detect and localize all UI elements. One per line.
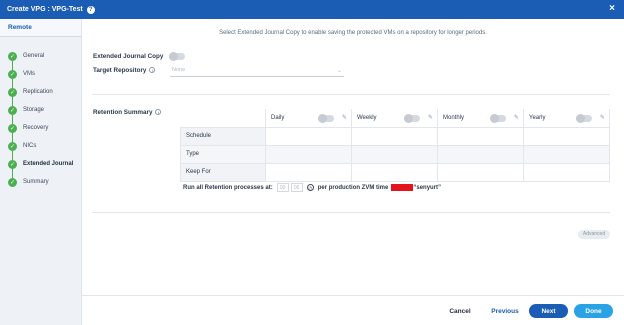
column-label: Daily	[271, 114, 285, 121]
run-label: Run all Retention processes at:	[183, 184, 273, 191]
wizard-sidebar: Remote ✓ General ✓ VMs ✓ Replication ✓ S…	[0, 19, 82, 325]
table-cell	[265, 126, 352, 146]
retention-summary-table: Daily ✎ Weekly ✎ Monthly ✎ Yearly ✎ Sche…	[180, 109, 610, 182]
column-label: Monthly	[443, 114, 465, 121]
step-general[interactable]: ✓ General	[0, 47, 81, 65]
done-button[interactable]: Done	[574, 304, 613, 318]
step-extended-journal[interactable]: ✓ Extended Journal	[0, 155, 81, 173]
column-label: Weekly	[357, 114, 377, 121]
pencil-icon[interactable]: ✎	[514, 114, 519, 121]
step-storage[interactable]: ✓ Storage	[0, 101, 81, 119]
step-nics[interactable]: ✓ NICs	[0, 137, 81, 155]
chevron-down-icon: ⌄	[336, 68, 342, 74]
retention-summary-label: Retention Summary	[93, 109, 153, 116]
cancel-button[interactable]: Cancel	[445, 304, 475, 318]
step-label: General	[23, 53, 45, 59]
advanced-button[interactable]: Advanced	[578, 230, 610, 239]
table-cell	[351, 126, 438, 146]
weekly-toggle[interactable]	[404, 114, 420, 123]
run-hour-input[interactable]: 00	[276, 183, 289, 192]
target-repository-label: Target Repository	[93, 67, 147, 74]
help-icon[interactable]: ?	[86, 5, 95, 14]
run-suffix-end: “senyurt”	[413, 184, 442, 191]
row-keep-for-label: Keep For	[180, 162, 266, 182]
table-row: Schedule	[180, 126, 610, 146]
pencil-icon[interactable]: ✎	[600, 114, 605, 121]
table-cell	[523, 162, 610, 182]
step-label: NICs	[23, 143, 37, 149]
wizard-footer: Cancel Previous Next Done	[82, 295, 624, 325]
step-label: VMs	[23, 71, 35, 77]
check-icon: ✓	[8, 51, 17, 61]
step-recovery[interactable]: ✓ Recovery	[0, 119, 81, 137]
table-corner	[180, 109, 266, 127]
column-daily: Daily ✎	[265, 109, 352, 128]
table-cell	[523, 126, 610, 146]
table-cell	[437, 162, 524, 182]
check-icon: ✓	[8, 123, 17, 133]
retention-run-time: Run all Retention processes at: 00 00 ◷ …	[183, 183, 441, 192]
pencil-icon[interactable]: ✎	[342, 114, 347, 121]
monthly-toggle[interactable]	[490, 114, 506, 123]
table-cell	[265, 162, 352, 182]
check-icon: ✓	[8, 105, 17, 115]
retention-summary-label-wrap: Retention Summary i	[93, 109, 162, 116]
target-repository-value: None	[172, 67, 186, 73]
yearly-toggle[interactable]	[576, 114, 592, 123]
title-bar: Create VPG : VPG-Test ? ×	[0, 0, 624, 19]
info-icon: i	[155, 109, 162, 116]
step-replication[interactable]: ✓ Replication	[0, 83, 81, 101]
wizard-steps: ✓ General ✓ VMs ✓ Replication ✓ Storage …	[0, 37, 81, 191]
step-summary[interactable]: ✓ Summary	[0, 173, 81, 191]
table-cell	[523, 144, 610, 164]
clock-icon[interactable]: ◷	[306, 184, 314, 191]
close-icon[interactable]: ×	[609, 3, 615, 14]
row-schedule-label: Schedule	[180, 126, 266, 146]
table-row: Type	[180, 144, 610, 164]
extended-journal-hint: Select Extended Journal Copy to enable s…	[219, 30, 487, 36]
pencil-icon[interactable]: ✎	[428, 114, 433, 121]
section-divider	[92, 212, 610, 213]
previous-button[interactable]: Previous	[487, 304, 523, 318]
daily-toggle[interactable]	[318, 114, 334, 123]
run-suffix: per production ZVM time	[317, 184, 389, 191]
check-icon: ✓	[8, 141, 17, 151]
check-icon: ✓	[8, 159, 17, 169]
table-row: Keep For	[180, 162, 610, 182]
step-label: Replication	[23, 89, 53, 95]
check-icon: ✓	[8, 177, 17, 187]
table-cell	[437, 144, 524, 164]
next-button[interactable]: Next	[529, 304, 568, 318]
redacted-block	[391, 184, 414, 191]
sidebar-section-remote: Remote	[0, 19, 81, 37]
window-title: Create VPG : VPG-Test	[7, 6, 83, 13]
extended-journal-copy-toggle[interactable]	[169, 52, 185, 61]
step-label: Storage	[23, 107, 45, 113]
main-content: Select Extended Journal Copy to enable s…	[82, 19, 624, 325]
step-vms[interactable]: ✓ VMs	[0, 65, 81, 83]
info-icon: i	[149, 67, 156, 74]
table-cell	[351, 144, 438, 164]
step-label: Summary	[23, 179, 49, 185]
check-icon: ✓	[8, 87, 17, 97]
run-minute-input[interactable]: 00	[290, 183, 303, 192]
target-repository-label-wrap: Target Repository i	[93, 67, 156, 74]
step-label: Extended Journal	[23, 161, 74, 167]
column-yearly: Yearly ✎	[523, 109, 610, 128]
column-weekly: Weekly ✎	[351, 109, 438, 128]
table-cell	[351, 162, 438, 182]
column-monthly: Monthly ✎	[437, 109, 524, 128]
table-cell	[437, 126, 524, 146]
section-divider	[92, 94, 610, 95]
column-label: Yearly	[529, 114, 546, 121]
extended-journal-copy-label: Extended Journal Copy	[93, 53, 164, 60]
check-icon: ✓	[8, 69, 17, 79]
table-cell	[265, 144, 352, 164]
row-type-label: Type	[180, 144, 266, 164]
target-repository-select[interactable]: None ⌄	[170, 67, 344, 77]
step-label: Recovery	[23, 125, 49, 131]
